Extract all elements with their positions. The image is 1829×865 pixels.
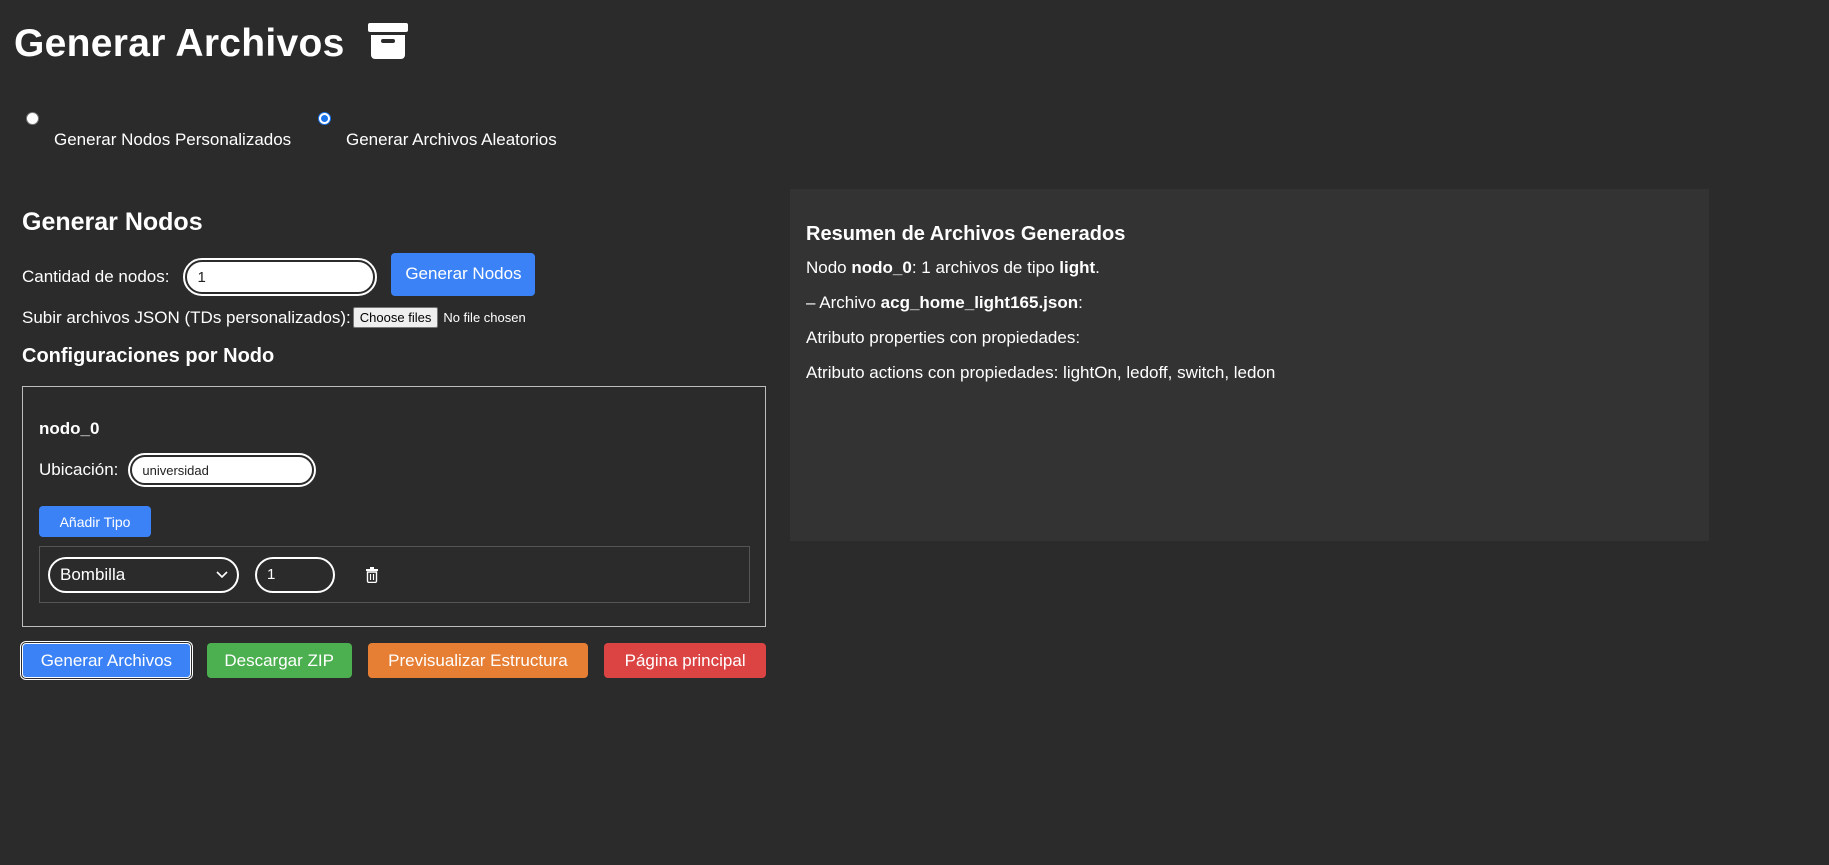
summary-line-file: – Archivo acg_home_light165.json: — [806, 293, 1693, 312]
summary-file-name: acg_home_light165.json — [880, 293, 1079, 312]
page-header: Generar Archivos — [14, 22, 409, 66]
generate-nodes-button[interactable]: Generar Nodos — [391, 252, 536, 296]
summary-line-actions: Atributo actions con propiedades: lightO… — [806, 363, 1276, 382]
type-row: Bombilla 1 — [39, 546, 750, 603]
download-zip-button[interactable]: Descargar ZIP — [206, 643, 352, 678]
preview-structure-button[interactable]: Previsualizar Estructura — [367, 643, 589, 678]
type-select[interactable]: Bombilla — [48, 556, 239, 593]
mode-option-custom[interactable]: Generar Nodos Personalizados — [26, 112, 318, 152]
config-title: Configuraciones por Nodo — [22, 345, 275, 367]
generator-section: Generar Nodos Cantidad de nodos: 1 Gener… — [22, 208, 766, 678]
summary-type: light — [1059, 258, 1096, 277]
summary-text: : 1 archivos de tipo — [911, 258, 1060, 277]
node-count-label: Cantidad de nodos: — [22, 267, 170, 286]
summary-text: : — [1078, 293, 1083, 312]
location-row: Ubicación: universidad — [39, 453, 317, 487]
upload-row: Subir archivos JSON (TDs personalizados)… — [22, 307, 766, 328]
summary-title: Resumen de Archivos Generados — [806, 223, 1126, 245]
upload-status: No file chosen — [443, 310, 526, 325]
summary-text: . — [1095, 258, 1100, 277]
summary-line-properties: Atributo properties con propiedades: — [806, 328, 1081, 347]
radio-label: Generar Nodos Personalizados — [54, 130, 292, 149]
action-buttons: Generar Archivos Descargar ZIP Previsual… — [22, 643, 766, 678]
node-config-card: nodo_0 Ubicación: universidad Añadir Tip… — [22, 386, 766, 627]
location-input[interactable]: universidad — [128, 453, 317, 487]
radio-label: Generar Archivos Aleatorios — [346, 130, 557, 149]
radio-custom-nodes[interactable] — [26, 112, 39, 125]
node-count-row: Cantidad de nodos: 1 Generar Nodos — [22, 252, 766, 299]
node-name: nodo_0 — [39, 419, 100, 438]
summary-node-name: nodo_0 — [851, 258, 912, 277]
upload-label: Subir archivos JSON (TDs personalizados)… — [22, 307, 351, 327]
summary-text: – Archivo — [806, 293, 881, 312]
radio-random-files[interactable] — [318, 112, 331, 125]
summary-panel: Resumen de Archivos Generados Nodo nodo_… — [790, 189, 1709, 541]
home-page-button[interactable]: Página principal — [604, 643, 766, 678]
page-title: Generar Archivos — [14, 22, 345, 65]
section-title: Generar Nodos — [22, 208, 203, 236]
choose-files-button[interactable]: Choose files — [352, 307, 439, 328]
node-count-input[interactable]: 1 — [183, 258, 378, 296]
summary-line-node: Nodo nodo_0: 1 archivos de tipo light. — [806, 258, 1693, 277]
mode-option-random[interactable]: Generar Archivos Aleatorios — [318, 112, 610, 152]
trash-icon[interactable] — [365, 566, 379, 583]
mode-selector: Generar Nodos Personalizados Generar Arc… — [26, 112, 610, 152]
location-label: Ubicación: — [39, 460, 119, 479]
chevron-down-icon — [215, 565, 229, 585]
type-count-input[interactable]: 1 — [255, 556, 335, 593]
add-type-button[interactable]: Añadir Tipo — [39, 506, 151, 537]
archive-box-icon — [367, 21, 409, 61]
generate-files-button[interactable]: Generar Archivos — [22, 643, 191, 678]
summary-text: Nodo — [806, 258, 852, 277]
type-select-value: Bombilla — [60, 564, 126, 584]
